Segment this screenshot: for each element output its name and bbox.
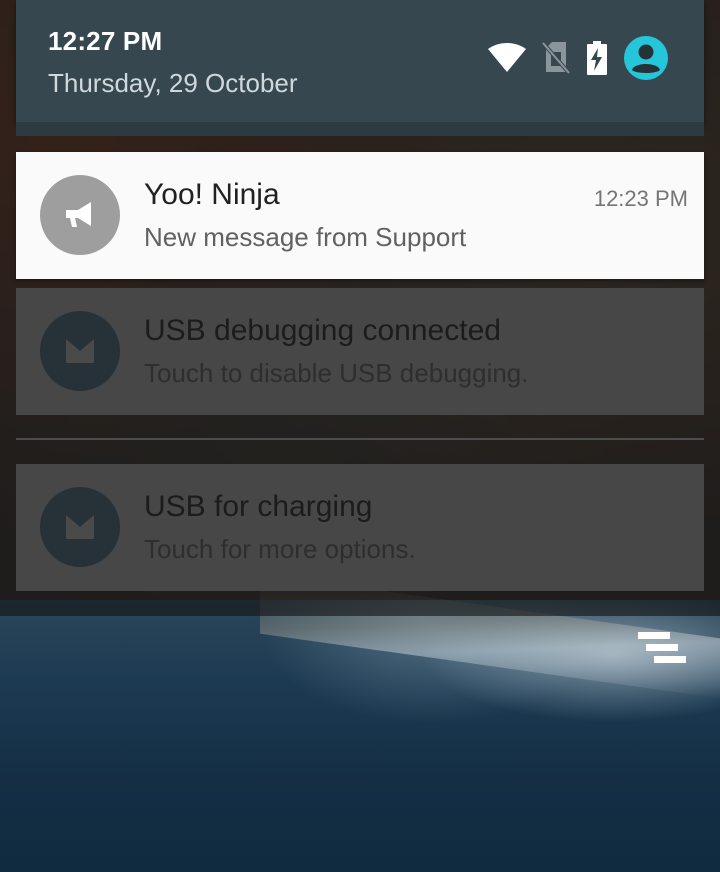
- account-icon[interactable]: [624, 35, 668, 85]
- clear-all-icon: [654, 656, 686, 663]
- notification-title: Yoo! Ninja: [144, 178, 280, 211]
- notification-usb-debugging[interactable]: USB debugging connected Touch to disable…: [16, 288, 704, 415]
- notification-title: USB for charging: [144, 490, 373, 523]
- header-bottom-strip: [16, 122, 704, 136]
- notification-time: 12:23 PM: [593, 186, 688, 211]
- notification-text: New message from Support: [144, 222, 467, 252]
- clock-time: 12:27 PM: [48, 26, 163, 56]
- notification-yoo-ninja[interactable]: Yoo! Ninja New message from Support 12:2…: [16, 152, 704, 279]
- shade-header[interactable]: 12:27 PM Thursday, 29 October: [16, 0, 704, 122]
- notification-shade-screen: 12:27 PM Thursday, 29 October Yoo! Ninja…: [0, 0, 720, 872]
- battery-charging-icon: [586, 40, 608, 80]
- android-system-icon: [40, 487, 120, 567]
- clear-all-button[interactable]: [630, 624, 694, 672]
- notification-usb-charging[interactable]: USB for charging Touch for more options.: [16, 464, 704, 591]
- status-icons: [488, 35, 668, 85]
- megaphone-icon: [40, 175, 120, 255]
- no-sim-icon: [541, 41, 571, 79]
- notification-title: USB debugging connected: [144, 314, 501, 347]
- notification-divider: [16, 438, 704, 440]
- notification-text: Touch to disable USB debugging.: [144, 358, 529, 388]
- clear-all-icon: [646, 644, 678, 651]
- android-system-icon: [40, 311, 120, 391]
- clock-date[interactable]: Thursday, 29 October: [48, 68, 298, 99]
- wifi-icon: [488, 42, 526, 78]
- clear-all-icon: [638, 632, 670, 639]
- notification-text: Touch for more options.: [144, 534, 416, 564]
